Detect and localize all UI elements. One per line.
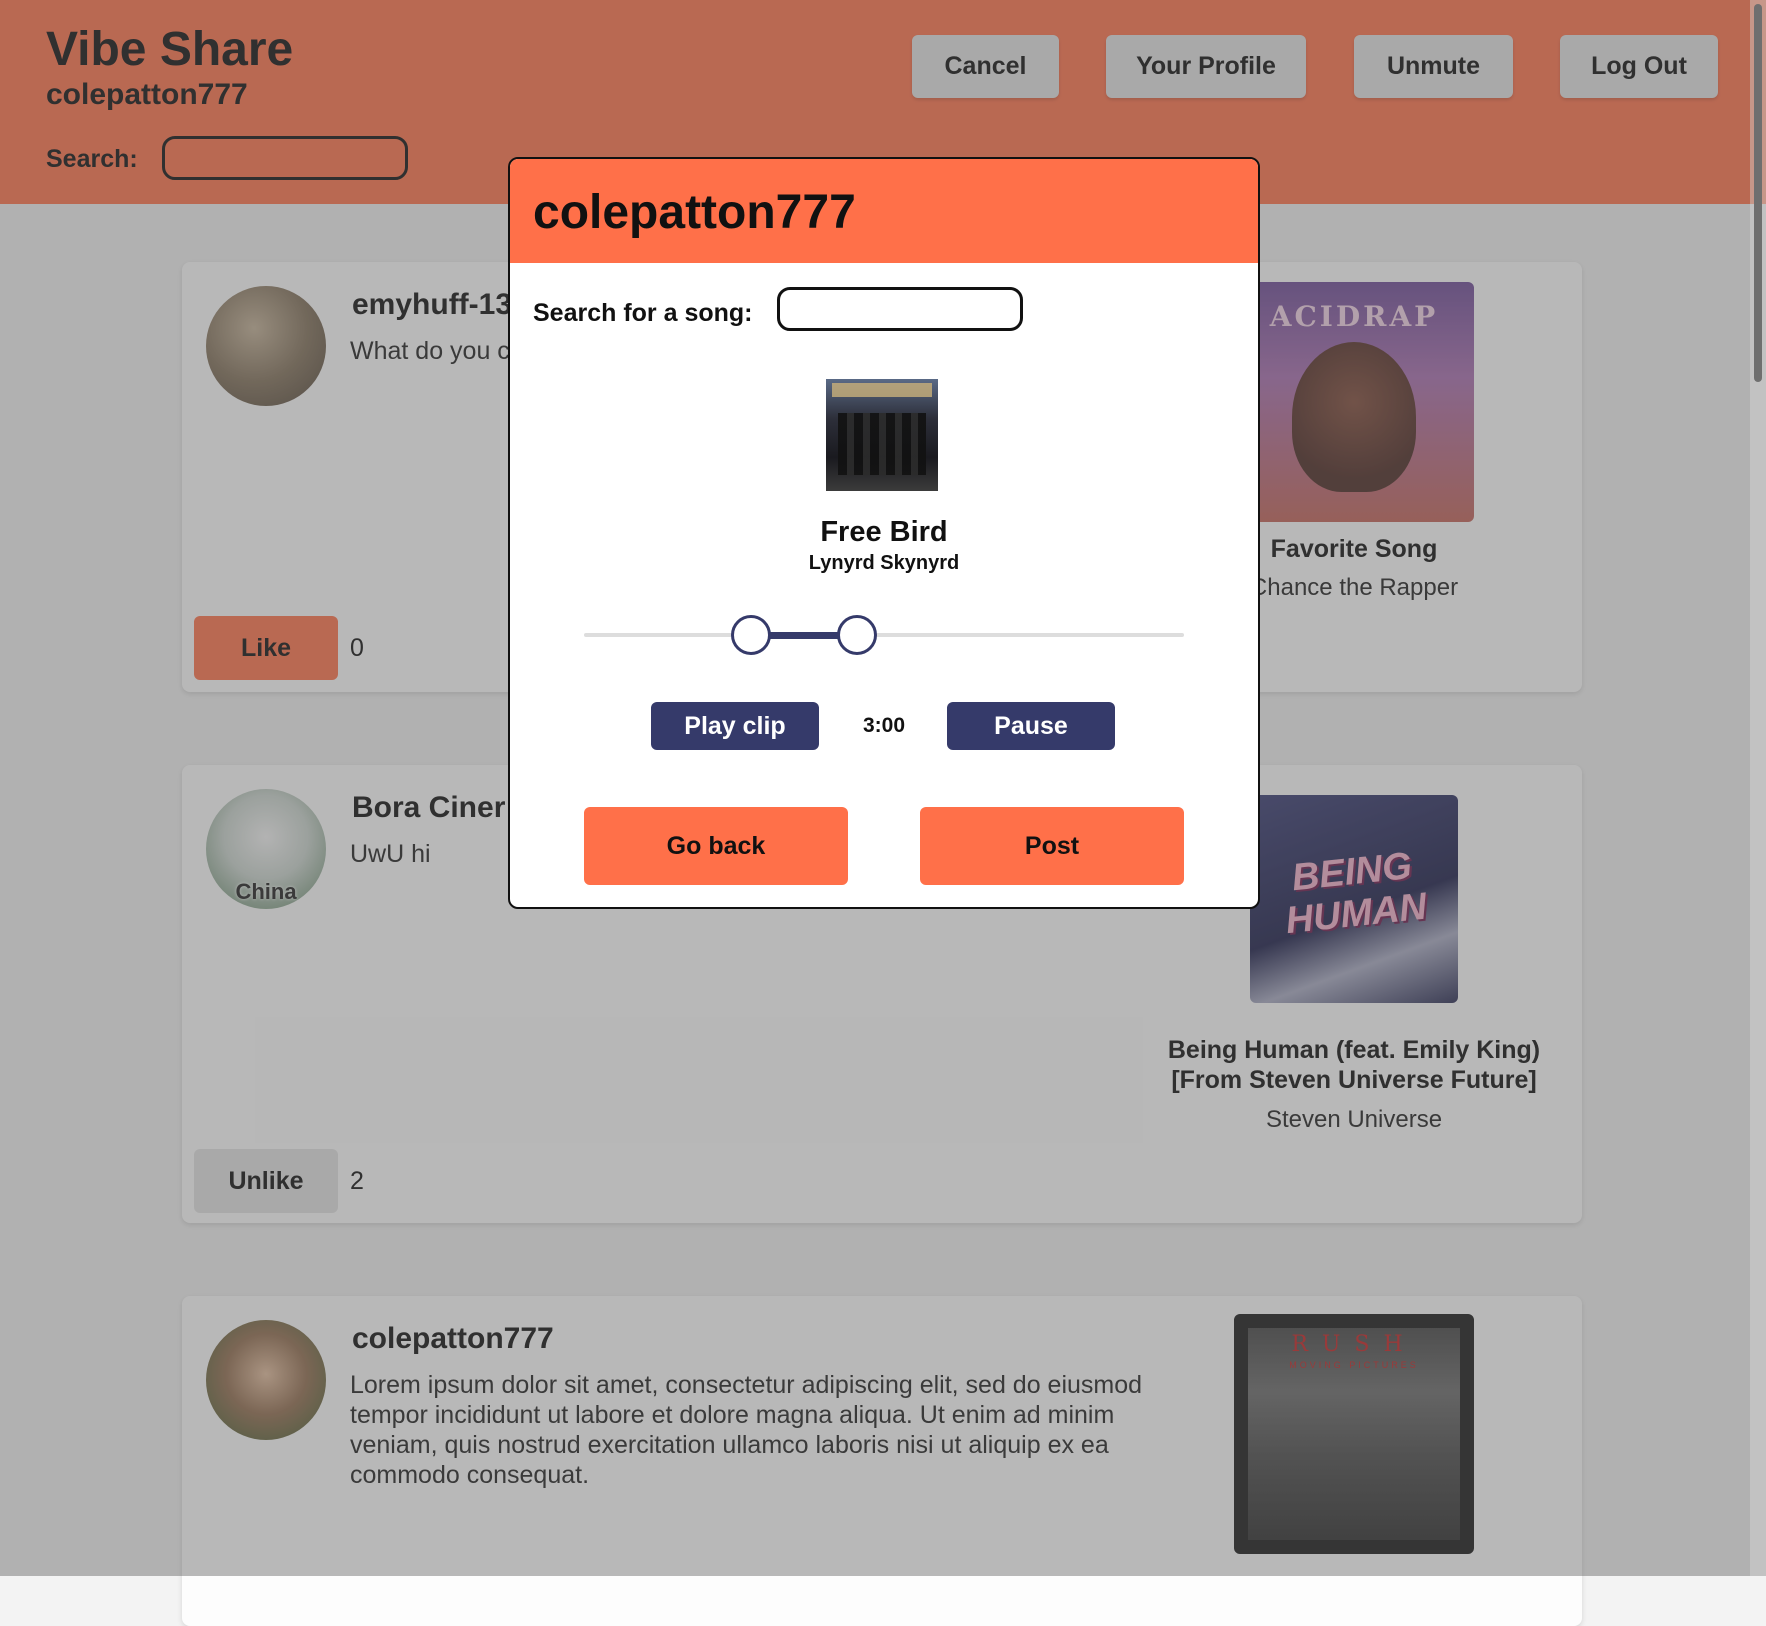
page-scrollbar[interactable] [1750, 0, 1766, 1576]
pause-button[interactable]: Pause [947, 702, 1115, 750]
modal-title: colepatton777 [533, 186, 856, 239]
modal-header: colepatton777 [510, 159, 1258, 263]
post-button[interactable]: Post [920, 807, 1184, 885]
clip-range-slider[interactable] [584, 633, 1184, 637]
song-search-label: Search for a song: [533, 299, 753, 327]
clip-end-handle[interactable] [837, 615, 877, 655]
album-band-photo [838, 413, 926, 475]
scrollbar-thumb[interactable] [1754, 4, 1762, 382]
clip-time: 3:00 [862, 714, 906, 737]
play-clip-button[interactable]: Play clip [651, 702, 819, 750]
song-search-input[interactable] [777, 287, 1023, 331]
new-post-modal: colepatton777 Search for a song: Free Bi… [508, 157, 1260, 909]
song-artist: Lynyrd Skynyrd [808, 552, 960, 574]
song-album-art [826, 379, 938, 491]
song-title: Free Bird [820, 516, 948, 548]
album-logo-band [832, 383, 932, 397]
clip-start-handle[interactable] [731, 615, 771, 655]
go-back-button[interactable]: Go back [584, 807, 848, 885]
